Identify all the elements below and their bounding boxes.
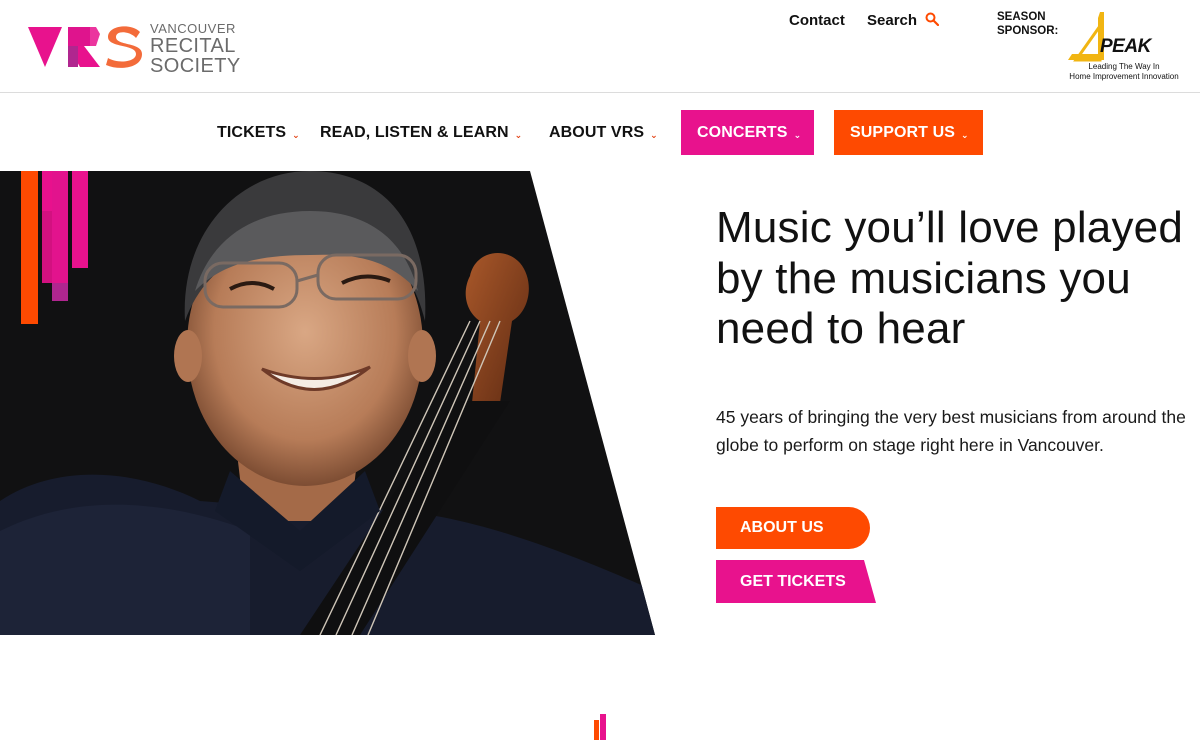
logo-line-3: SOCIETY bbox=[150, 55, 241, 77]
get-tickets-button[interactable]: GET TICKETS bbox=[716, 560, 876, 603]
about-us-button-label: ABOUT US bbox=[740, 519, 824, 536]
vrs-logo-mark bbox=[28, 26, 142, 68]
peak-tagline-line-1: Leading The Way In bbox=[1088, 62, 1160, 71]
about-us-button[interactable]: ABOUT US bbox=[716, 507, 870, 549]
hero-musician-photo bbox=[0, 171, 655, 635]
vrs-logo-text: VANCOUVER RECITAL SOCIETY bbox=[150, 21, 241, 77]
season-sponsor-label: SEASON SPONSOR: bbox=[997, 10, 1058, 38]
sponsor-label-line-2: SPONSOR: bbox=[997, 25, 1059, 37]
hero-heading: Music you’ll love played by the musician… bbox=[716, 203, 1184, 353]
nav-item-about-vrs[interactable]: ABOUT VRS ⌄ bbox=[549, 110, 658, 155]
nav-item-label: ABOUT VRS bbox=[549, 123, 645, 141]
chevron-down-icon: ⌄ bbox=[961, 130, 969, 140]
nav-item-label: READ, LISTEN & LEARN bbox=[320, 123, 509, 141]
chevron-down-icon: ⌄ bbox=[292, 130, 300, 140]
vrs-logo[interactable]: VANCOUVER RECITAL SOCIETY bbox=[28, 20, 248, 76]
nav-item-tickets[interactable]: TICKETS ⌄ bbox=[217, 110, 300, 155]
nav-item-label: TICKETS bbox=[217, 123, 287, 141]
search-link[interactable]: Search bbox=[867, 12, 940, 29]
chevron-down-icon: ⌄ bbox=[650, 130, 658, 140]
site-header: VANCOUVER RECITAL SOCIETY Contact Search… bbox=[0, 0, 1200, 93]
peak-tagline-line-2: Home Improvement Innovation bbox=[1069, 72, 1179, 81]
decorative-bar-pink bbox=[72, 171, 88, 268]
nav-item-concerts[interactable]: CONCERTS ⌄ bbox=[681, 110, 814, 155]
decorative-bar-orange bbox=[21, 171, 38, 324]
get-tickets-button-label: GET TICKETS bbox=[740, 572, 846, 590]
peak-logo-wordmark: PEAK bbox=[1100, 36, 1151, 57]
main-nav: TICKETS ⌄ READ, LISTEN & LEARN ⌄ ABOUT V… bbox=[0, 94, 1200, 170]
decorative-bar-magenta bbox=[42, 171, 68, 283]
chevron-down-icon: ⌄ bbox=[793, 130, 802, 140]
sponsor-label-line-1: SEASON bbox=[997, 11, 1046, 23]
logo-line-1: VANCOUVER bbox=[150, 21, 236, 36]
search-label: Search bbox=[867, 12, 918, 29]
hero-subtext: 45 years of bringing the very best music… bbox=[716, 407, 1186, 455]
peak-tagline: Leading The Way In Home Improvement Inno… bbox=[1062, 62, 1186, 82]
nav-item-read-listen-learn[interactable]: READ, LISTEN & LEARN ⌄ bbox=[320, 110, 522, 155]
nav-item-label: CONCERTS bbox=[697, 123, 788, 141]
chevron-down-icon: ⌄ bbox=[514, 130, 523, 140]
nav-item-label: SUPPORT US bbox=[850, 123, 956, 141]
nav-item-support-us[interactable]: SUPPORT US ⌄ bbox=[834, 110, 983, 155]
search-icon bbox=[925, 12, 940, 26]
hero-image bbox=[0, 171, 655, 635]
logo-line-2: RECITAL bbox=[150, 35, 236, 57]
contact-link[interactable]: Contact bbox=[789, 12, 845, 29]
decorative-bars-bottom bbox=[594, 714, 606, 740]
